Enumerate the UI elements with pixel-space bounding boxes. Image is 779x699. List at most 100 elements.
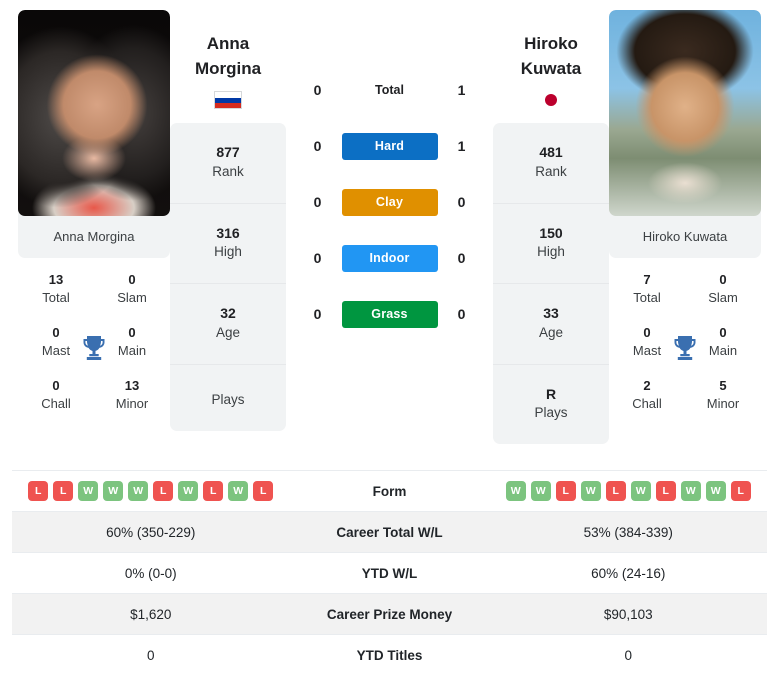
h2h-clay-right-score: 0 — [457, 194, 466, 210]
left-titles-total: 13 Total — [18, 262, 94, 315]
right-high-cell: 150 High — [493, 204, 609, 285]
form-badge-loss[interactable]: L — [605, 481, 626, 501]
row-label-ytd-titles: YTD Titles — [356, 647, 423, 663]
right-player-photo-column: Hiroko Kuwata 7 Total 0 Slam 0 Mast 0 Ma… — [609, 10, 761, 435]
h2h-surface-badge-grass[interactable]: Grass — [341, 300, 438, 328]
left-plays-cell: Plays — [170, 365, 286, 431]
right-titles-minor-label: Minor — [706, 395, 740, 411]
h2h-hard-label-wrap: Hard — [341, 132, 438, 160]
h2h-surface-badge-clay[interactable]: Clay — [341, 188, 438, 216]
h2h-surface-badge-hard[interactable]: Hard — [341, 132, 438, 160]
left-titles-total-label: Total — [42, 289, 70, 305]
right-player-first-name: Hiroko — [524, 34, 578, 53]
left-rank-value: 877 — [216, 144, 240, 161]
row-label-career-total-wl: Career Total W/L — [336, 524, 443, 540]
form-badge-win[interactable]: W — [705, 481, 726, 501]
right-career-total-wl-value: 53% (384-339) — [583, 524, 673, 540]
left-titles-total-value: 13 — [48, 272, 64, 287]
right-titles-total: 7 Total — [609, 262, 685, 315]
h2h-indoor-left-score: 0 — [313, 250, 322, 266]
form-badge-win[interactable]: W — [680, 481, 701, 501]
form-badge-win[interactable]: W — [228, 481, 249, 501]
left-player-titles-grid: 13 Total 0 Slam 0 Mast 0 Main 0 Chall 13… — [18, 258, 170, 435]
left-titles-slam-value: 0 — [128, 272, 136, 287]
h2h-clay-left-score: 0 — [313, 194, 322, 210]
table-row-career-prize-money: $1,620 Career Prize Money $90,103 — [12, 593, 767, 634]
left-plays-label: Plays — [211, 391, 245, 407]
row-label-career-prize-money: Career Prize Money — [326, 606, 453, 622]
form-badge-win[interactable]: W — [103, 481, 124, 501]
form-badge-loss[interactable]: L — [153, 481, 174, 501]
form-badge-win[interactable]: W — [580, 481, 601, 501]
right-titles-slam-label: Slam — [708, 289, 738, 305]
form-badge-win[interactable]: W — [178, 481, 199, 501]
right-ytd-wl-value: 60% (24-16) — [591, 565, 666, 581]
right-titles-minor-value: 5 — [719, 378, 727, 394]
table-row-career-total-wl: 60% (350-229) Career Total W/L 53% (384-… — [12, 511, 767, 552]
table-row-form: LLWWWLWLWL Form WWLWLWLWWL — [12, 470, 767, 511]
comparison-stats-table: LLWWWLWLWL Form WWLWLWLWWL 60% (350-229)… — [0, 470, 779, 675]
h2h-total-right-score: 1 — [457, 82, 466, 98]
form-badge-win[interactable]: W — [630, 481, 651, 501]
left-titles-chall-label: Chall — [41, 395, 71, 411]
flag-russia-icon — [214, 91, 242, 110]
left-form-badges: LLWWWLWLWL — [12, 481, 290, 501]
left-titles-minor: 13 Minor — [94, 368, 170, 421]
form-badge-loss[interactable]: L — [253, 481, 274, 501]
h2h-row-grass: 0 Grass 0 — [286, 286, 493, 342]
form-badge-loss[interactable]: L — [730, 481, 751, 501]
left-rank-cell: 877 Rank — [170, 123, 286, 204]
left-player-card[interactable]: Anna Morgina — [18, 10, 170, 258]
right-titles-slam-value: 0 — [719, 272, 727, 287]
right-plays-cell: R Plays — [493, 365, 609, 444]
form-badge-win[interactable]: W — [505, 481, 526, 501]
right-titles-total-label: Total — [633, 289, 661, 305]
left-titles-chall-value: 0 — [52, 378, 60, 394]
form-badge-win[interactable]: W — [530, 481, 551, 501]
right-high-label: High — [537, 244, 565, 260]
h2h-row-indoor: 0 Indoor 0 — [286, 230, 493, 286]
left-ytd-wl-value: 0% (0-0) — [124, 565, 177, 581]
h2h-indoor-label-wrap: Indoor — [341, 244, 438, 272]
right-rank-value: 481 — [539, 144, 563, 161]
right-titles-chall-label: Chall — [632, 395, 662, 411]
form-badge-loss[interactable]: L — [28, 481, 49, 501]
left-high-label: High — [214, 244, 242, 260]
right-player-card[interactable]: Hiroko Kuwata — [609, 10, 761, 258]
left-rank-label: Rank — [212, 163, 244, 179]
form-badge-loss[interactable]: L — [555, 481, 576, 501]
left-player-name-caption: Anna Morgina — [53, 229, 135, 244]
right-titles-minor: 5 Minor — [685, 368, 761, 421]
left-player-name-header: Anna Morgina — [170, 10, 286, 110]
right-player-stats-column: Hiroko Kuwata 481 Rank 150 High 33 Age R… — [493, 10, 609, 445]
h2h-total-label-wrap: Total — [342, 81, 438, 99]
right-player-photo — [609, 10, 761, 216]
left-high-cell: 316 High — [170, 204, 286, 285]
right-player-name-header: Hiroko Kuwata — [493, 10, 609, 110]
right-form-badges: WWLWLWLWWL — [490, 481, 768, 501]
trophy-icon — [674, 335, 696, 360]
form-badge-win[interactable]: W — [128, 481, 149, 501]
right-ytd-titles-value: 0 — [624, 647, 632, 663]
left-player-stats-column: Anna Morgina 877 Rank 316 High 32 Age Pl… — [170, 10, 286, 431]
right-player-name-caption: Hiroko Kuwata — [642, 229, 728, 244]
form-badge-win[interactable]: W — [78, 481, 99, 501]
form-badge-loss[interactable]: L — [53, 481, 74, 501]
h2h-clay-label-wrap: Clay — [341, 188, 438, 216]
left-player-last-name: Morgina — [194, 58, 262, 78]
left-player-stat-card: 877 Rank 316 High 32 Age Plays — [170, 123, 286, 431]
right-plays-value: R — [545, 385, 557, 402]
right-player-last-name: Kuwata — [520, 58, 582, 78]
h2h-surface-badge-indoor[interactable]: Indoor — [341, 244, 438, 272]
h2h-grass-label-wrap: Grass — [341, 300, 438, 328]
h2h-row-hard: 0 Hard 1 — [286, 118, 493, 174]
left-titles-minor-label: Minor — [115, 395, 149, 411]
right-age-label: Age — [538, 324, 564, 340]
right-high-value: 150 — [539, 224, 563, 241]
left-career-total-wl-value: 60% (350-229) — [106, 524, 196, 540]
trophy-icon — [83, 335, 105, 360]
left-age-label: Age — [215, 324, 241, 340]
form-badge-loss[interactable]: L — [655, 481, 676, 501]
form-badge-loss[interactable]: L — [203, 481, 224, 501]
comparison-header: Anna Morgina 13 Total 0 Slam 0 Mast 0 Ma… — [0, 0, 779, 470]
